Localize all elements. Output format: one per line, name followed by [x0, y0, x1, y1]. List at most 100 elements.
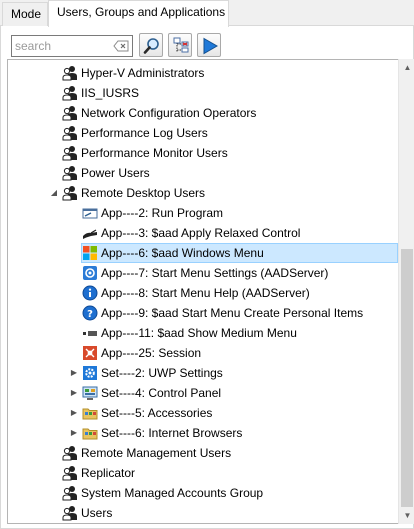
tree-item[interactable]: App----2: Run Program	[8, 203, 398, 223]
scrollbar-thumb[interactable]	[401, 249, 413, 507]
tree-view[interactable]: Hyper-V Administrators IIS_IUSRS Network C…	[7, 59, 399, 524]
clear-search-icon[interactable]	[113, 40, 129, 52]
group-icon	[62, 105, 78, 121]
group-icon	[62, 85, 78, 101]
tree-item[interactable]: Power Users	[8, 163, 398, 183]
tree-item[interactable]: System Managed Accounts Group	[8, 483, 398, 503]
expand-arrow-icon[interactable]: ▶	[69, 367, 79, 379]
tree-item-label: App----9: $aad Start Menu Create Persona…	[101, 306, 364, 320]
tree-item[interactable]: ? App----9: $aad Start Menu Create Person…	[8, 303, 398, 323]
tree-item[interactable]: IIS_IUSRS	[8, 83, 398, 103]
tree-item[interactable]: ▶ Set----4: Control Panel	[8, 383, 398, 403]
windows-logo-icon	[82, 245, 98, 261]
tree-item[interactable]: ▶ Set----6: Internet Browsers	[8, 423, 398, 443]
tree-item[interactable]: App----3: $aad Apply Relaxed Control	[8, 223, 398, 243]
tree-item-label: Set----6: Internet Browsers	[101, 426, 243, 440]
expand-arrow-icon[interactable]: ▶	[69, 407, 79, 419]
group-icon	[62, 485, 78, 501]
info-icon	[82, 285, 98, 301]
run-program-icon	[82, 205, 98, 221]
scroll-down-arrow-icon[interactable]: ▼	[399, 507, 414, 524]
tree-item[interactable]: Replicator	[8, 463, 398, 483]
tree-item-label: App----2: Run Program	[101, 206, 224, 220]
tree-item[interactable]: App----25: Session	[8, 343, 398, 363]
group-icon	[62, 165, 78, 181]
folder-icon	[82, 405, 98, 421]
tree-item[interactable]: App----6: $aad Windows Menu	[8, 243, 398, 263]
run-button[interactable]	[197, 33, 221, 57]
magnifier-icon	[143, 38, 159, 54]
tab-strip: Mode Users, Groups and Applications	[0, 0, 414, 27]
search-input[interactable]	[12, 36, 108, 56]
expand-arrow-icon[interactable]: ▶	[69, 427, 79, 439]
folder-icon	[82, 425, 98, 441]
svg-text:?: ?	[87, 309, 93, 320]
tree-item[interactable]: Remote Management Users	[8, 443, 398, 463]
tab-mode[interactable]: Mode	[2, 2, 48, 26]
tab-panel: Hyper-V Administrators IIS_IUSRS Network C…	[0, 26, 414, 529]
find-button[interactable]	[139, 33, 163, 57]
tree-item[interactable]: ◢ Remote Desktop Users	[8, 183, 398, 203]
play-icon	[203, 37, 219, 55]
question-icon: ?	[82, 305, 98, 321]
tree-item[interactable]: App----7: Start Menu Settings (AADServer…	[8, 263, 398, 283]
tree-item-label: Users	[81, 506, 113, 520]
expand-arrow-icon[interactable]: ▶	[69, 387, 79, 399]
tree-item-label: Set----2: UWP Settings	[101, 366, 223, 380]
tree-item-label: Set----5: Accessories	[101, 406, 213, 420]
tree-item-label: Performance Log Users	[81, 126, 208, 140]
tree-item-label: IIS_IUSRS	[81, 86, 140, 100]
tree-item[interactable]: Performance Monitor Users	[8, 143, 398, 163]
tree-item-label: App----7: Start Menu Settings (AADServer…	[101, 266, 329, 280]
tree-item-label: App----8: Start Menu Help (AADServer)	[101, 286, 310, 300]
tree-item[interactable]: ▶ Set----2: UWP Settings	[8, 363, 398, 383]
tab-users-groups-applications[interactable]: Users, Groups and Applications	[48, 0, 229, 27]
tree-item-label: Remote Management Users	[81, 446, 232, 460]
tree-item[interactable]: Network Configuration Operators	[8, 103, 398, 123]
settings-icon	[82, 265, 98, 281]
relaxed-control-icon	[82, 225, 98, 241]
tree-item-label: Performance Monitor Users	[81, 146, 228, 160]
tree-item-label: Set----4: Control Panel	[101, 386, 222, 400]
tree-item-label: System Managed Accounts Group	[81, 486, 264, 500]
control-panel-icon	[82, 385, 98, 401]
group-icon	[62, 145, 78, 161]
tree-item-label: App----11: $aad Show Medium Menu	[101, 326, 297, 340]
tree-item[interactable]: Hyper-V Administrators	[8, 63, 398, 83]
tree-item-label: Network Configuration Operators	[81, 106, 257, 120]
tree-item-label: App----3: $aad Apply Relaxed Control	[101, 226, 301, 240]
tree-item-label: App----6: $aad Windows Menu	[101, 246, 264, 260]
tree-item[interactable]: Performance Log Users	[8, 123, 398, 143]
tree-item[interactable]: Users	[8, 503, 398, 523]
group-icon	[62, 445, 78, 461]
group-icon	[62, 465, 78, 481]
tree-item-label: Remote Desktop Users	[81, 186, 206, 200]
vertical-scrollbar[interactable]: ▲ ▼	[398, 59, 414, 524]
group-icon	[62, 65, 78, 81]
tree-item[interactable]: App----11: $aad Show Medium Menu	[8, 323, 398, 343]
gear-icon	[82, 365, 98, 381]
search-box	[11, 35, 133, 57]
scroll-up-arrow-icon[interactable]: ▲	[399, 59, 414, 76]
tree-item-label: Hyper-V Administrators	[81, 66, 205, 80]
tree-item[interactable]: App----8: Start Menu Help (AADServer)	[8, 283, 398, 303]
session-icon	[82, 345, 98, 361]
expand-collapse-button[interactable]	[168, 33, 192, 57]
collapse-arrow-icon[interactable]: ◢	[49, 187, 59, 199]
tree-item[interactable]: ▶ Set----5: Accessories	[8, 403, 398, 423]
group-icon	[62, 505, 78, 521]
